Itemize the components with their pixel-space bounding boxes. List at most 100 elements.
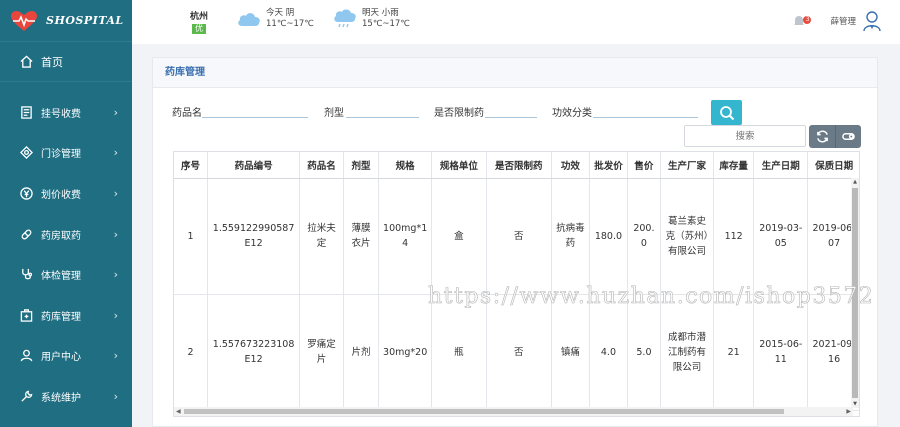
column-header[interactable]: 药品名 bbox=[299, 152, 344, 179]
sidebar-item-pricing[interactable]: 划价收费 › bbox=[0, 173, 132, 214]
column-header[interactable]: 剂型 bbox=[343, 152, 380, 179]
restricted-label: 是否限制药 bbox=[434, 108, 484, 119]
sidebar: SHOSPITAL 首页 挂号收费 › 门诊管理 › 划价收费 › 药房取药 ›… bbox=[0, 0, 132, 427]
scroll-up-icon[interactable]: ▲ bbox=[851, 179, 859, 185]
column-header[interactable]: 售价 bbox=[627, 152, 662, 179]
medicine-box-icon bbox=[20, 309, 33, 322]
search-icon bbox=[719, 105, 734, 120]
notification-badge: 3 bbox=[803, 16, 812, 24]
table-row[interactable]: 2 1.557673223108E12 罗痛定片 片剂 30mg*20 瓶 否 … bbox=[174, 294, 859, 411]
column-header[interactable]: 生产厂家 bbox=[660, 152, 714, 179]
table-cell: 5.0 bbox=[627, 294, 662, 411]
sidebar-item-label: 门诊管理 bbox=[41, 149, 81, 161]
column-header[interactable]: 是否限制药 bbox=[486, 152, 552, 179]
cloud-icon bbox=[238, 13, 260, 26]
sidebar-item-system[interactable]: 系统维护 › bbox=[0, 376, 132, 417]
table-cell: 2015-06-11 bbox=[753, 294, 809, 411]
dosage-form-label: 剂型 bbox=[324, 108, 344, 119]
sidebar-item-checkup[interactable]: 体检管理 › bbox=[0, 254, 132, 295]
sidebar-item-label: 划价收费 bbox=[41, 189, 81, 201]
brand[interactable]: SHOSPITAL bbox=[0, 0, 132, 42]
avatar[interactable] bbox=[862, 10, 882, 32]
brand-name: SHOSPITAL bbox=[46, 14, 124, 27]
dosage-form-input[interactable] bbox=[346, 102, 419, 118]
efficacy-input[interactable] bbox=[593, 102, 698, 118]
stethoscope-icon bbox=[20, 268, 33, 281]
sidebar-item-label: 挂号收费 bbox=[41, 108, 81, 120]
column-header[interactable]: 保质日期 bbox=[807, 152, 859, 179]
table-cell: 1.557673223108E12 bbox=[207, 294, 301, 411]
table-cell: 瓶 bbox=[431, 294, 487, 411]
sidebar-item-outpatient[interactable]: 门诊管理 › bbox=[0, 133, 132, 174]
notification-button[interactable]: 3 bbox=[792, 14, 812, 28]
table-cell: 否 bbox=[486, 178, 552, 295]
sidebar-item-label: 体检管理 bbox=[41, 271, 81, 283]
document-icon bbox=[20, 106, 33, 119]
table-toolbar bbox=[809, 125, 861, 148]
refresh-button[interactable] bbox=[809, 125, 835, 148]
table-cell: 21 bbox=[713, 294, 755, 411]
sidebar-item-pharmacy[interactable]: 药房取药 › bbox=[0, 214, 132, 255]
sidebar-item-user-center[interactable]: 用户中心 › bbox=[0, 336, 132, 377]
table-cell: 薄膜衣片 bbox=[343, 178, 380, 295]
panel-title: 药库管理 bbox=[153, 58, 877, 88]
sidebar-item-label: 系统维护 bbox=[41, 392, 81, 404]
top-header: 杭州 优 今天 阴 11℃~17℃ 明天 小雨 15℃~17℃ 3 薛管理 bbox=[132, 0, 900, 44]
search-button[interactable] bbox=[711, 100, 742, 125]
column-header[interactable]: 药品编号 bbox=[207, 152, 301, 179]
column-header[interactable]: 规格 bbox=[378, 152, 433, 179]
table-cell: 30mg*20 bbox=[378, 294, 433, 411]
column-header[interactable]: 功效 bbox=[551, 152, 591, 179]
table-cell: 否 bbox=[486, 294, 552, 411]
sidebar-item-label: 药库管理 bbox=[41, 311, 81, 323]
table-cell: 1.559122990587E12 bbox=[207, 178, 301, 295]
refresh-icon bbox=[816, 130, 828, 143]
weather-tomorrow: 明天 小雨 15℃~17℃ bbox=[332, 8, 410, 30]
rain-cloud-icon bbox=[334, 9, 356, 28]
filter-bar: 药品名 剂型 是否限制药 功效分类 bbox=[153, 98, 879, 124]
column-header[interactable]: 库存量 bbox=[713, 152, 755, 179]
table-search-input[interactable] bbox=[684, 125, 806, 147]
scroll-left-icon[interactable]: ◀ bbox=[176, 407, 181, 416]
weather-tomorrow-temp: 15℃~17℃ bbox=[362, 19, 410, 29]
drug-storage-panel: 药库管理 药品名 剂型 是否限制药 功效分类 搜索 序号 药品编号 药品名 剂型… bbox=[152, 57, 878, 427]
table-cell: 1 bbox=[174, 178, 208, 295]
chevron-right-icon: › bbox=[113, 186, 118, 200]
table-row[interactable]: 1 1.559122990587E12 拉米夫定 薄膜衣片 100mg*14 盒… bbox=[174, 178, 859, 295]
table-cell: 180.0 bbox=[589, 178, 628, 295]
drug-name-input[interactable] bbox=[202, 102, 308, 118]
scroll-right-icon[interactable]: ▶ bbox=[846, 407, 851, 416]
restricted-input[interactable] bbox=[485, 102, 537, 118]
chevron-right-icon: › bbox=[113, 308, 118, 322]
table-cell: 葛兰素史克（苏州）有限公司 bbox=[660, 178, 714, 295]
table-cell: 片剂 bbox=[343, 294, 380, 411]
drug-name-label: 药品名 bbox=[172, 108, 202, 119]
chevron-right-icon: › bbox=[113, 268, 118, 282]
table-cell: 2 bbox=[174, 294, 208, 411]
weather-today-label: 今天 阴 bbox=[266, 8, 295, 18]
user-name[interactable]: 薛管理 bbox=[830, 15, 856, 27]
weather-today-temp: 11℃~17℃ bbox=[266, 19, 314, 29]
sidebar-item-registration[interactable]: 挂号收费 › bbox=[0, 92, 132, 133]
weather-tomorrow-label: 明天 小雨 bbox=[362, 8, 399, 18]
table-cell: 112 bbox=[713, 178, 755, 295]
table-cell: 拉米夫定 bbox=[299, 178, 344, 295]
watermark: https://www.huzhan.com/ishop3572 bbox=[428, 284, 875, 310]
sidebar-item-label: 药房取药 bbox=[41, 230, 81, 242]
toggle-view-button[interactable] bbox=[835, 125, 861, 148]
table-cell: 成都市潜江制药有限公司 bbox=[660, 294, 714, 411]
chevron-right-icon: › bbox=[113, 349, 118, 363]
horizontal-scrollbar[interactable]: ◀ ▶ bbox=[174, 407, 853, 416]
table-cell: 盒 bbox=[431, 178, 487, 295]
table-cell: 抗病毒药 bbox=[551, 178, 591, 295]
sidebar-item-home[interactable]: 首页 bbox=[0, 42, 132, 82]
weather-today: 今天 阴 11℃~17℃ bbox=[236, 8, 314, 30]
pill-icon bbox=[20, 228, 33, 241]
column-header[interactable]: 规格单位 bbox=[431, 152, 487, 179]
sidebar-item-drug-storage[interactable]: 药库管理 › bbox=[0, 295, 132, 336]
column-header[interactable]: 生产日期 bbox=[753, 152, 809, 179]
chevron-right-icon: › bbox=[113, 227, 118, 241]
horizontal-scroll-thumb[interactable] bbox=[184, 409, 784, 414]
column-header[interactable]: 序号 bbox=[174, 152, 208, 179]
column-header[interactable]: 批发价 bbox=[589, 152, 628, 179]
